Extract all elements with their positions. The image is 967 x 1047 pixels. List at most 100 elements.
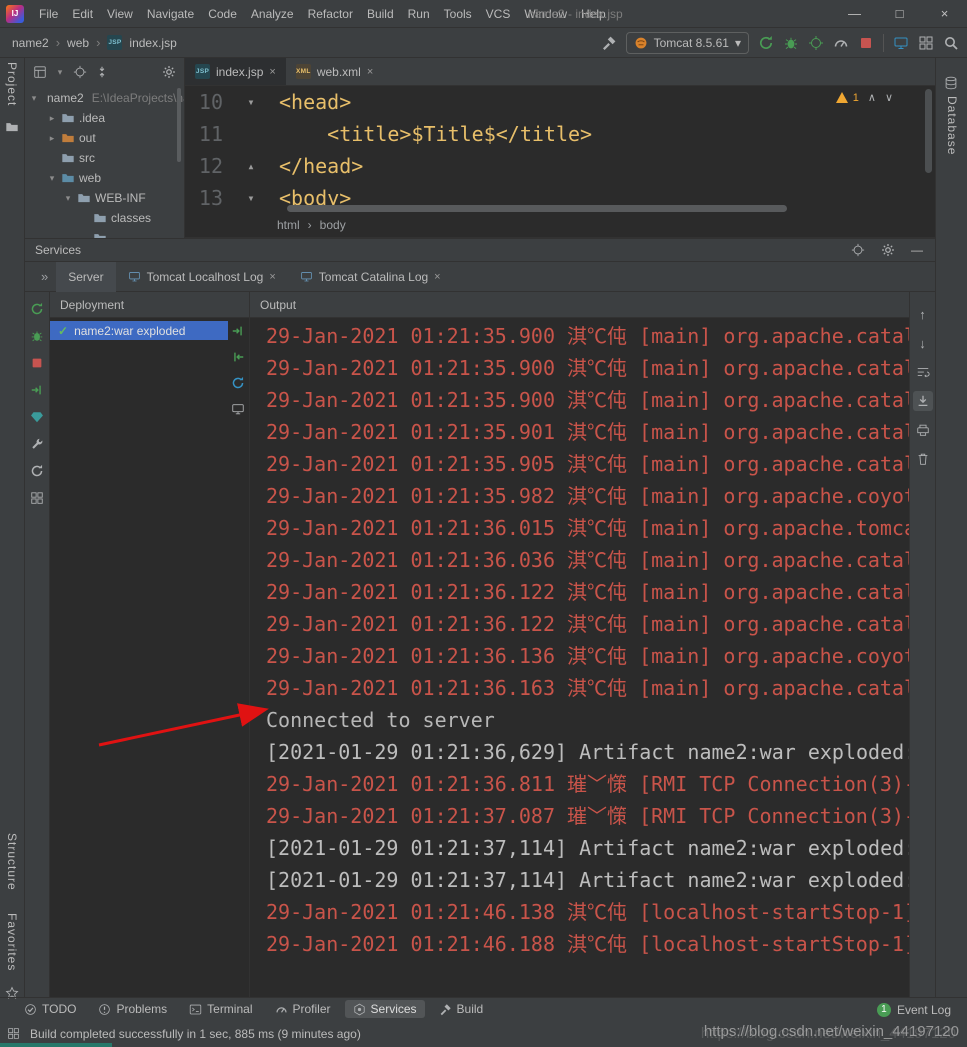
layout-icon[interactable] <box>918 35 934 51</box>
breadcrumb-html[interactable]: html <box>277 218 300 232</box>
console-output[interactable]: 29-Jan-2021 01:21:35.900 淇℃伅 [main] org.… <box>250 318 909 997</box>
clear-console-icon[interactable] <box>913 449 933 469</box>
horizontal-scrollbar[interactable] <box>287 205 787 212</box>
scroll-down-icon[interactable]: ↓ <box>913 333 933 353</box>
problems-button[interactable]: Problems <box>90 1000 175 1018</box>
project-stripe-button[interactable]: Project <box>5 62 19 106</box>
menu-item[interactable]: Refactor <box>301 0 360 28</box>
deploy-icon[interactable] <box>30 383 44 397</box>
breadcrumb-body[interactable]: body <box>320 218 346 232</box>
print-icon[interactable] <box>913 420 933 440</box>
vertical-scrollbar[interactable] <box>925 89 932 173</box>
profiler-button[interactable]: Profiler <box>267 1000 339 1018</box>
wrench-icon[interactable] <box>30 437 44 451</box>
tab-server[interactable]: Server <box>56 262 115 292</box>
tab-tomcat-catalina-log[interactable]: Tomcat Catalina Log × <box>288 262 453 292</box>
scroll-up-icon[interactable]: ↑ <box>913 304 933 324</box>
build-hammer-icon[interactable] <box>601 35 617 51</box>
chevron-down-icon[interactable]: ▾ <box>29 93 39 104</box>
project-view-icon[interactable] <box>33 65 47 79</box>
tree-item-classes[interactable]: classes <box>25 208 184 228</box>
refresh-icon[interactable] <box>30 464 44 478</box>
menu-item[interactable]: Navigate <box>140 0 201 28</box>
close-icon[interactable]: × <box>367 66 373 78</box>
code-text[interactable]: </head> <box>279 150 363 182</box>
debug-button[interactable] <box>783 35 799 51</box>
rerun-button[interactable] <box>758 35 774 51</box>
tree-item-src[interactable]: src <box>25 148 184 168</box>
structure-stripe-button[interactable]: Structure <box>5 833 19 891</box>
favorites-stripe-button[interactable]: Favorites <box>5 913 19 971</box>
database-icon[interactable] <box>944 76 958 90</box>
tab-web-xml[interactable]: XML web.xml × <box>286 58 383 85</box>
services-button[interactable]: Services <box>345 1000 425 1018</box>
search-everywhere-icon[interactable] <box>943 35 959 51</box>
menu-item[interactable]: Build <box>360 0 401 28</box>
event-log-button[interactable]: 1 Event Log <box>877 998 951 1021</box>
tab-index-jsp[interactable]: JSP index.jsp × <box>185 58 286 85</box>
chevron-down-icon[interactable]: ▾ <box>63 193 73 204</box>
menu-item[interactable]: Analyze <box>244 0 301 28</box>
todo-button[interactable]: TODO <box>16 1000 84 1018</box>
breadcrumb-folder[interactable]: web <box>67 36 89 50</box>
tree-item-out[interactable]: ▸ out <box>25 128 184 148</box>
terminal-button[interactable]: Terminal <box>181 1000 260 1018</box>
menu-item[interactable]: Run <box>401 0 437 28</box>
prev-highlight-icon[interactable]: ∧ <box>868 91 876 104</box>
chevron-right-icon[interactable]: ▸ <box>47 133 57 144</box>
menu-item[interactable]: Edit <box>65 0 100 28</box>
coverage-button[interactable] <box>808 35 824 51</box>
chevron-right-icon[interactable]: ▸ <box>47 113 57 124</box>
tab-tomcat-localhost-log[interactable]: Tomcat Localhost Log × <box>116 262 288 292</box>
breadcrumb-file[interactable]: index.jsp <box>129 36 176 50</box>
collapse-all-icon[interactable] <box>95 65 109 79</box>
tree-scrollbar[interactable] <box>177 88 181 162</box>
deploy-artifact-icon[interactable] <box>231 324 245 338</box>
target-icon[interactable] <box>851 243 865 257</box>
close-button[interactable]: × <box>922 0 967 28</box>
menu-item[interactable]: File <box>32 0 65 28</box>
gear-icon[interactable] <box>162 65 176 79</box>
run-configuration-select[interactable]: Tomcat 8.5.61 ▾ <box>626 32 749 54</box>
toolwindow-switcher-icon[interactable] <box>7 1027 20 1040</box>
stop-icon[interactable] <box>30 356 44 370</box>
menu-item[interactable]: Code <box>201 0 244 28</box>
gear-icon[interactable] <box>881 243 895 257</box>
gem-icon[interactable] <box>30 410 44 424</box>
tree-item-idea[interactable]: ▸ .idea <box>25 108 184 128</box>
database-stripe-button[interactable]: Database <box>945 96 959 155</box>
locate-file-icon[interactable] <box>73 65 87 79</box>
menu-item[interactable]: View <box>100 0 140 28</box>
chevron-down-icon[interactable]: ▾ <box>47 173 57 184</box>
maximize-button[interactable]: □ <box>877 0 922 28</box>
fold-marker-icon[interactable]: ▾ <box>223 86 279 118</box>
stop-button[interactable] <box>858 35 874 51</box>
chevron-down-icon[interactable]: ▾ <box>55 67 65 78</box>
artifact-row[interactable]: ✓ name2:war exploded <box>50 321 228 340</box>
dashboard-icon[interactable] <box>30 491 44 505</box>
overflow-tabs-icon[interactable]: » <box>41 269 48 284</box>
soft-wrap-icon[interactable] <box>913 362 933 382</box>
minimize-button[interactable]: — <box>832 0 877 28</box>
close-icon[interactable]: × <box>434 271 440 283</box>
menu-item[interactable]: Tools <box>437 0 479 28</box>
fold-marker-icon[interactable]: ▾ <box>223 182 279 213</box>
debug-icon[interactable] <box>30 329 44 343</box>
build-button[interactable]: Build <box>431 1000 492 1018</box>
code-text[interactable]: <title>$Title$</title> <box>279 118 592 150</box>
profiler-button[interactable] <box>833 35 849 51</box>
open-browser-icon[interactable] <box>231 402 245 416</box>
menu-item[interactable]: VCS <box>479 0 518 28</box>
breadcrumb-project[interactable]: name2 <box>12 36 49 50</box>
toolwindow-icon[interactable] <box>893 35 909 51</box>
tree-item-partial[interactable] <box>25 228 184 238</box>
undeploy-artifact-icon[interactable] <box>231 350 245 364</box>
tree-item-webinf[interactable]: ▾ WEB-INF <box>25 188 184 208</box>
hide-panel-button[interactable]: — <box>911 243 923 257</box>
folder-icon[interactable] <box>5 120 19 134</box>
code-editor[interactable]: 10 ▾ <head> 11 <title>$Title$</title> 12… <box>185 86 935 213</box>
tree-item-root[interactable]: ▾ name2 E:\IdeaProjects\nam <box>25 88 184 108</box>
rerun-server-icon[interactable] <box>30 302 44 316</box>
tree-item-web[interactable]: ▾ web <box>25 168 184 188</box>
scroll-to-end-icon[interactable] <box>913 391 933 411</box>
